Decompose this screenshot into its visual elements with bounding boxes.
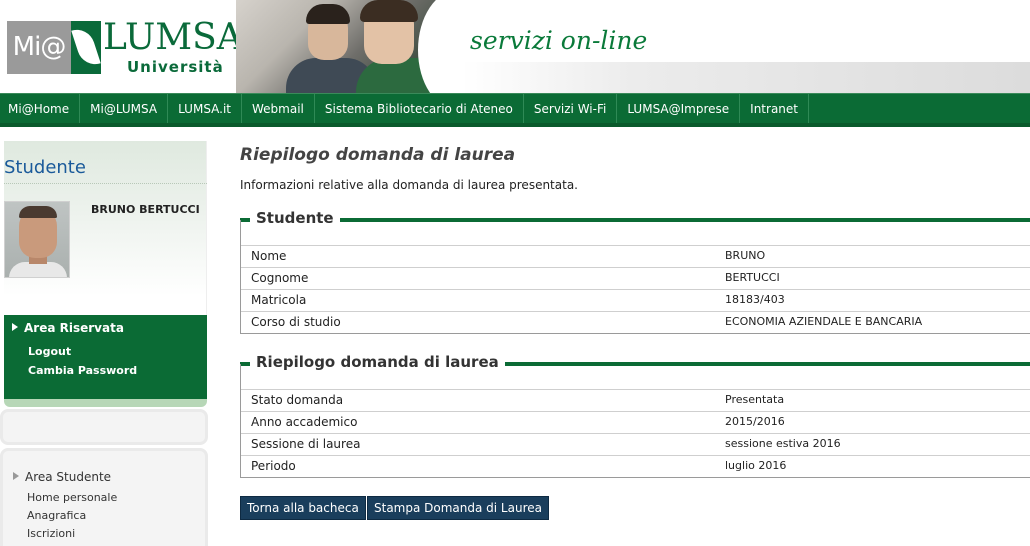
nav-webmail[interactable]: Webmail <box>242 94 315 123</box>
nav-mi-lumsa[interactable]: Mi@LUMSA <box>80 94 169 123</box>
arrow-right-icon <box>12 323 18 331</box>
row-value: ECONOMIA AZIENDALE E BANCARIA <box>725 315 923 328</box>
servizi-online-tagline: servizi on-line <box>470 26 648 55</box>
row-value: 18183/403 <box>725 293 785 306</box>
row-label: Sessione di laurea <box>251 437 361 451</box>
logo-mi-text: Mi@ <box>7 21 71 74</box>
nav-mi-home[interactable]: Mi@Home <box>0 94 81 123</box>
page-title: Riepilogo domanda di laurea <box>240 145 516 165</box>
table-row: Corso di studio ECONOMIA AZIENDALE E BAN… <box>241 311 1030 333</box>
torna-alla-bacheca-button[interactable]: Torna alla bacheca <box>240 496 366 520</box>
row-label: Anno accademico <box>251 415 358 429</box>
iscrizioni-link[interactable]: Iscrizioni <box>27 527 75 540</box>
page-description: Informazioni relative alla domanda di la… <box>240 178 578 192</box>
home-personale-link[interactable]: Home personale <box>27 491 117 504</box>
logo-lumsa-text: LUMSA <box>103 17 243 58</box>
riepilogo-section: Stato domanda Presentata Anno accademico… <box>240 364 1030 478</box>
row-label: Nome <box>251 249 287 263</box>
row-label: Stato domanda <box>251 393 344 407</box>
header-photo <box>236 0 458 93</box>
table-row: Nome BRUNO <box>241 245 1030 267</box>
top-nav: Mi@Home Mi@LUMSA LUMSA.it Webmail Sistem… <box>0 93 1030 127</box>
divider <box>4 183 207 184</box>
row-label: Cognome <box>251 271 309 285</box>
area-studente-label: Area Studente <box>25 470 112 484</box>
nav-intranet[interactable]: Intranet <box>740 94 809 123</box>
area-studente-title[interactable]: Area Studente <box>13 470 111 484</box>
row-label: Periodo <box>251 459 296 473</box>
area-riservata-box: Area Riservata Logout Cambia Password <box>4 315 207 399</box>
logout-link[interactable]: Logout <box>28 345 71 358</box>
cambia-password-link[interactable]: Cambia Password <box>28 364 137 377</box>
area-riservata-footer <box>4 399 207 407</box>
student-avatar <box>4 201 70 278</box>
table-row: Cognome BERTUCCI <box>241 267 1030 289</box>
arrow-right-icon <box>13 472 19 480</box>
table-row: Matricola 18183/403 <box>241 289 1030 311</box>
student-section: Nome BRUNO Cognome BERTUCCI Matricola 18… <box>240 220 1030 334</box>
header-band <box>462 62 1030 93</box>
row-value: BRUNO <box>725 249 766 262</box>
table-row: Stato domanda Presentata <box>241 389 1030 411</box>
row-label: Corso di studio <box>251 315 341 329</box>
area-riservata-title[interactable]: Area Riservata <box>12 321 124 335</box>
nav-lumsa-it[interactable]: LUMSA.it <box>168 94 243 123</box>
table-row: Anno accademico 2015/2016 <box>241 411 1030 433</box>
row-value: BERTUCCI <box>725 271 780 284</box>
row-value: sessione estiva 2016 <box>725 437 841 450</box>
sidebar-title: Studente <box>4 157 86 178</box>
nav-lumsa-imprese[interactable]: LUMSA@Imprese <box>617 94 741 123</box>
area-studente-box: Area Studente Home personale Anagrafica … <box>0 448 208 546</box>
row-label: Matricola <box>251 293 307 307</box>
table-row: Sessione di laurea sessione estiva 2016 <box>241 433 1030 455</box>
empty-sidebar-box <box>0 409 208 445</box>
header: Mi@ LUMSA Università servizi on-line <box>0 0 1030 93</box>
stampa-domanda-button[interactable]: Stampa Domanda di Laurea <box>367 496 549 520</box>
lumsa-logo[interactable]: Mi@ LUMSA Università <box>5 18 243 78</box>
anagrafica-link[interactable]: Anagrafica <box>27 509 86 522</box>
row-value: Presentata <box>725 393 785 406</box>
nav-servizi-wifi[interactable]: Servizi Wi-Fi <box>524 94 618 123</box>
logo-universita-text: Università <box>127 58 224 76</box>
row-value: 2015/2016 <box>725 415 785 428</box>
nav-sistema-bibliotecario[interactable]: Sistema Bibliotecario di Ateneo <box>315 94 524 123</box>
row-value: luglio 2016 <box>725 459 787 472</box>
logo-leaf-icon <box>71 21 101 74</box>
area-riservata-label: Area Riservata <box>24 321 124 335</box>
student-name: BRUNO BERTUCCI <box>91 203 200 216</box>
table-row: Periodo luglio 2016 <box>241 455 1030 477</box>
